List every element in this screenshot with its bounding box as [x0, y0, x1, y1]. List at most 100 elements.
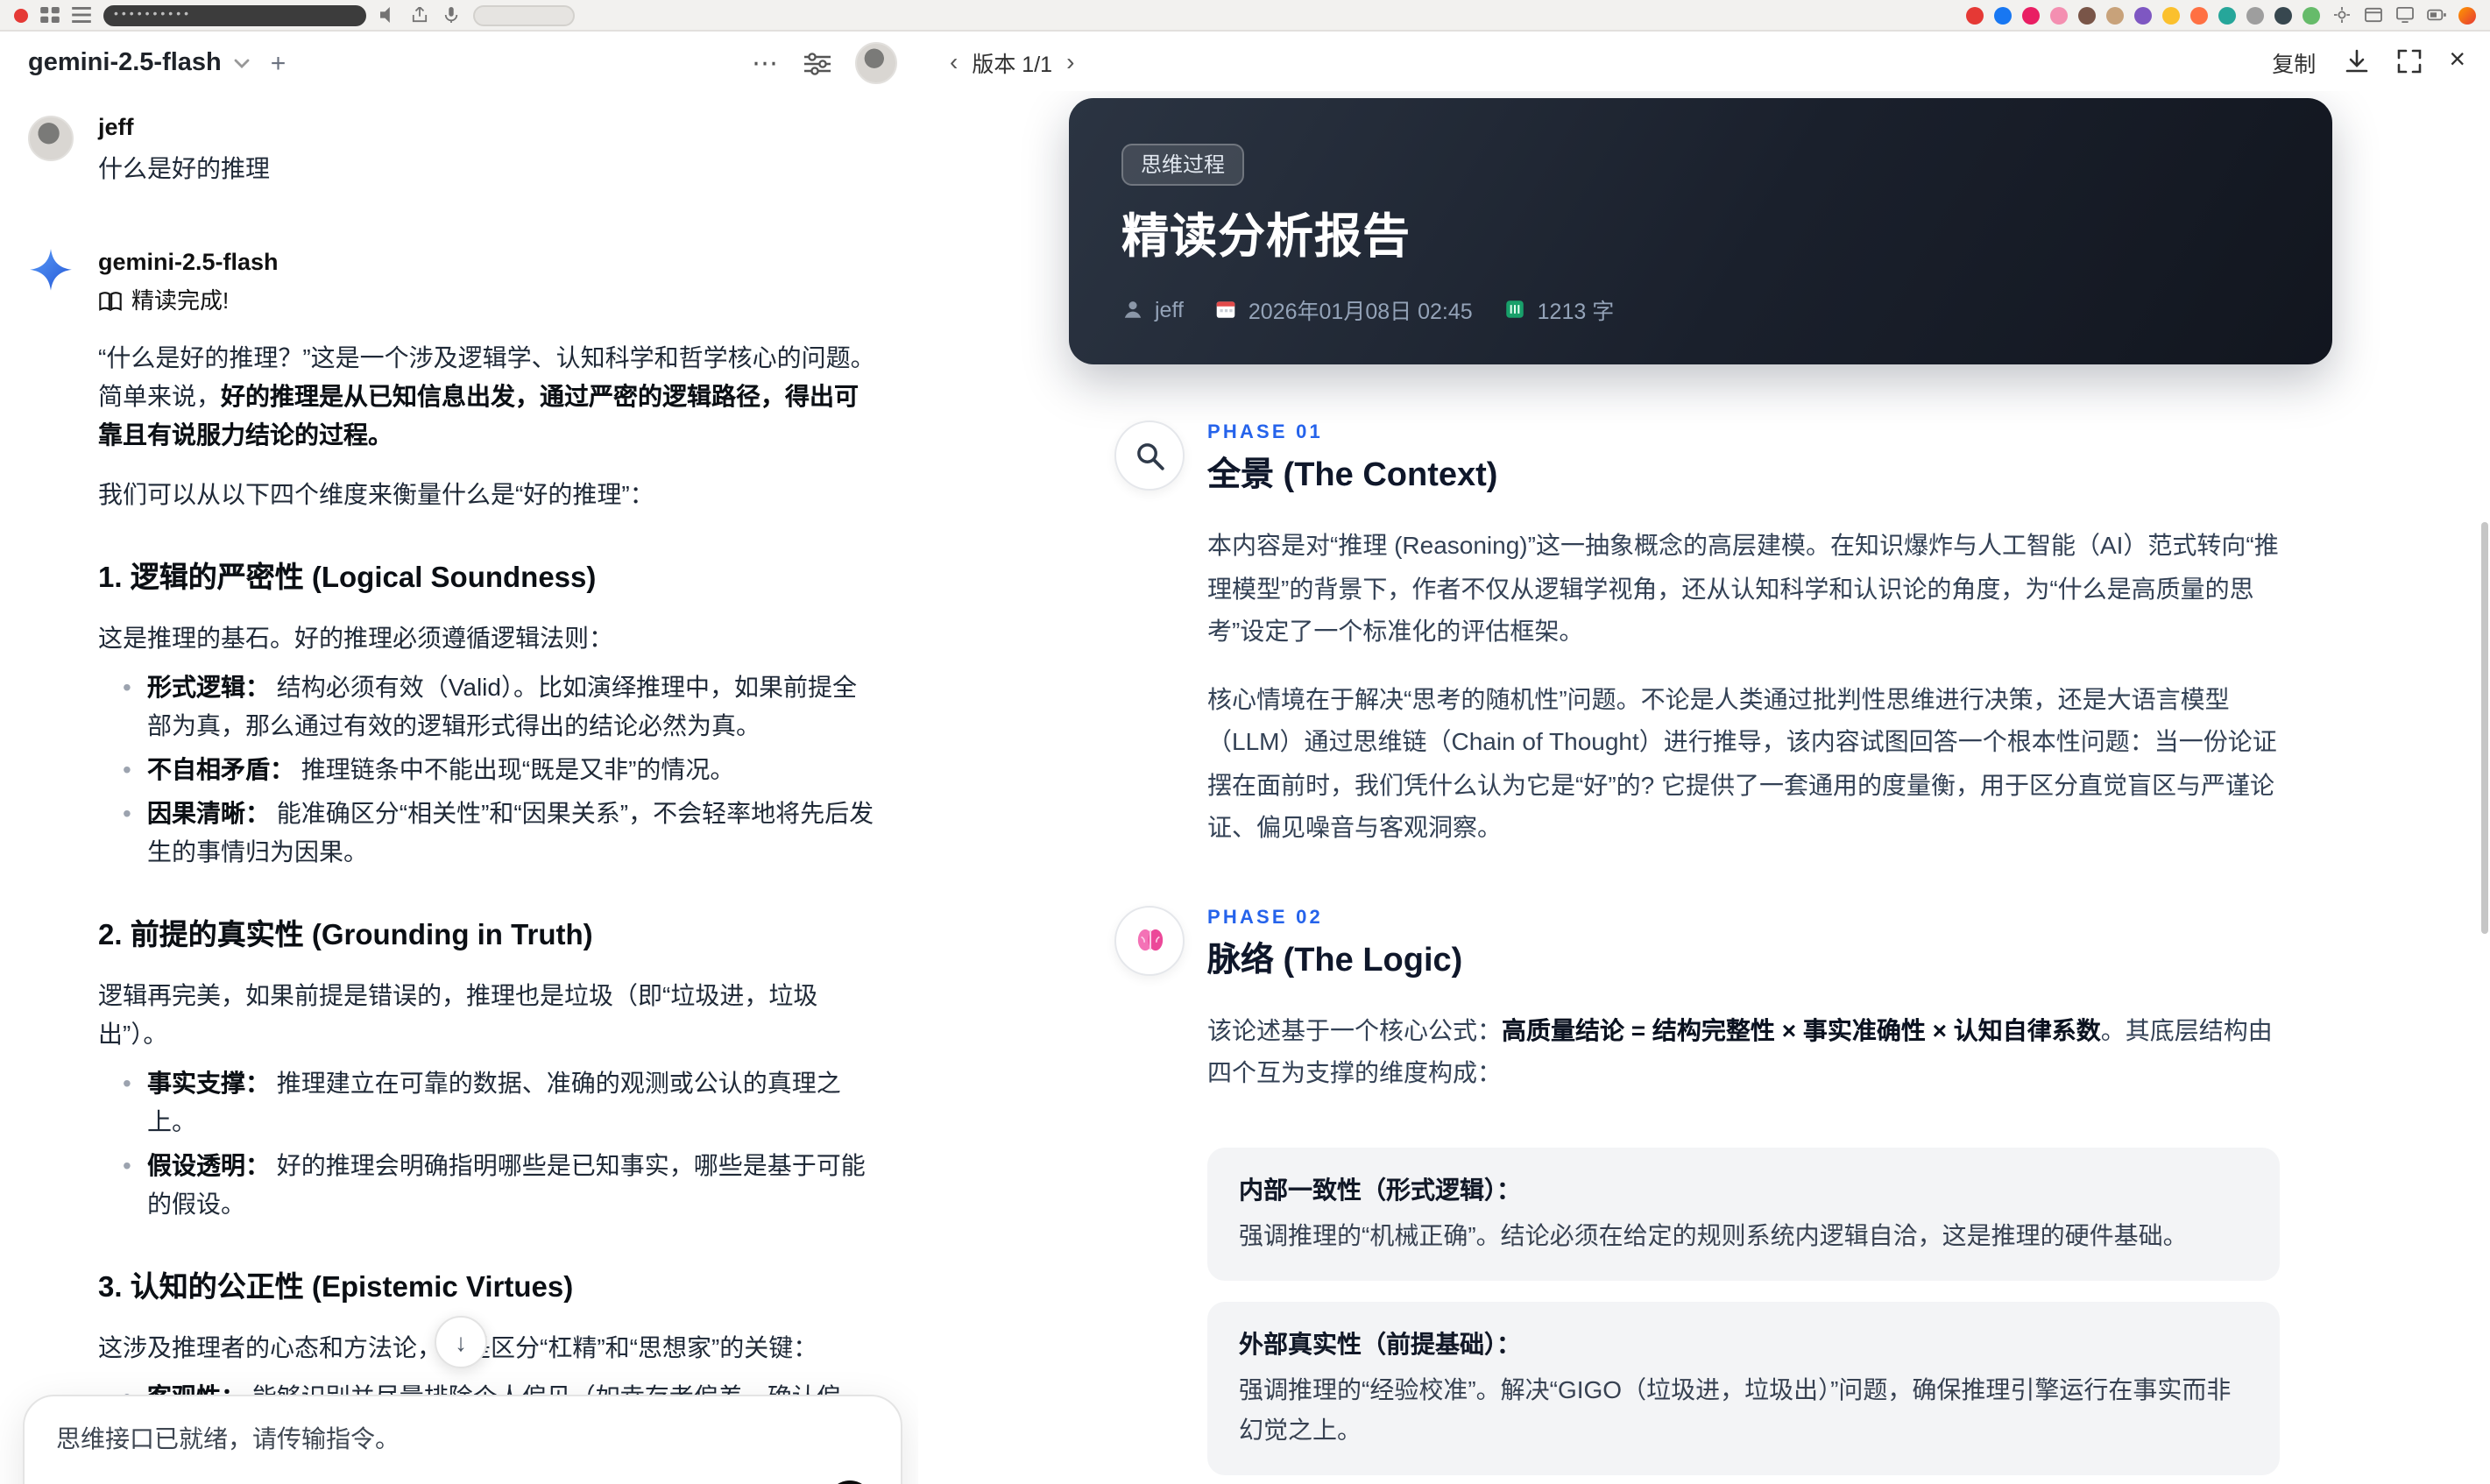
calendar-icon: [1217, 301, 1236, 318]
assistant-message: gemini-2.5-flash 精读完成! “什么是好的推理？”这是一个涉及逻…: [28, 247, 880, 1484]
phase-label: PHASE 01: [1207, 422, 1323, 443]
extension-favicon-icon[interactable]: [2274, 6, 2292, 24]
phase-paragraph: 本内容是对“推理 (Reasoning)”这一抽象概念的高层建模。在知识爆炸与人…: [1207, 531, 2279, 645]
extension-favicon-icon[interactable]: [2218, 6, 2236, 24]
window-icon[interactable]: [2364, 7, 2383, 23]
menu-icon[interactable]: [72, 7, 91, 23]
bullet-item: 事实支撑： 推理建立在可靠的数据、准确的观测或公认的真理之上。: [123, 1064, 880, 1141]
section-heading: 3. 认知的公正性 (Epistemic Virtues): [98, 1272, 574, 1304]
dimension-card: 内部一致性（形式逻辑）： 强调推理的“机械正确”。结论必须在给定的规则系统内逻辑…: [1207, 1147, 2280, 1280]
bullet-item: 形式逻辑： 结构必须有效（Valid）。比如演绎推理中，如果前提全部为真，那么通…: [123, 668, 880, 745]
user-message: jeff 什么是好的推理: [28, 112, 880, 187]
new-chat-button[interactable]: +: [271, 48, 286, 78]
speaker-icon[interactable]: [378, 7, 398, 23]
extension-favicon-icon[interactable]: [2246, 6, 2264, 24]
assistant-name: gemini-2.5-flash: [98, 249, 279, 275]
next-version-button[interactable]: ›: [1066, 49, 1074, 74]
more-options-button[interactable]: ⋯: [752, 47, 780, 79]
chat-message-list[interactable]: jeff 什么是好的推理 gemini-2.5-flash 精读完成! “什么是…: [0, 95, 918, 1484]
bullet-item: 不自相矛盾： 推理链条中不能出现“既是又非”的情况。: [123, 750, 880, 788]
extension-favicon-icon[interactable]: [2050, 6, 2068, 24]
report-author: jeff: [1121, 297, 1184, 322]
section-desc: 逻辑再完美，如果前提是错误的，推理也是垃圾（即“垃圾进，垃圾出”）。: [98, 981, 818, 1048]
bullet-list: 事实支撑： 推理建立在可靠的数据、准确的观测或公认的真理之上。 假设透明： 好的…: [98, 1064, 880, 1223]
extension-favicon-icon[interactable]: [2458, 6, 2476, 24]
tab-overview-icon[interactable]: [40, 7, 60, 23]
search-field[interactable]: [473, 4, 575, 25]
download-icon[interactable]: [2344, 49, 2368, 74]
composer-placeholder[interactable]: 思维接口已就绪，请传输指令。: [56, 1421, 873, 1456]
bullet-item: 假设透明： 好的推理会明确指明哪些是已知事实，哪些是基于可能的假设。: [123, 1146, 880, 1223]
extension-favicons: [1966, 6, 2320, 24]
section-desc: 这涉及推理者的心态和方法论，也是区分“杠精”和“思想家”的关键：: [98, 1328, 880, 1367]
formula-paragraph: 该论述基于一个核心公式：高质量结论 = 结构完整性 × 事实准确性 × 认知自律…: [1207, 1015, 2273, 1086]
user-message-text: 什么是好的推理: [98, 154, 270, 182]
share-icon[interactable]: [410, 7, 429, 23]
chevron-down-icon[interactable]: [232, 53, 253, 74]
report-document[interactable]: 思维过程 精读分析报告 jeff 2026年01月08日 02:45 1213 …: [918, 91, 2490, 1484]
settings-icon[interactable]: [2332, 7, 2352, 23]
extension-favicon-icon[interactable]: [2078, 6, 2096, 24]
extension-favicon-icon[interactable]: [2303, 6, 2320, 24]
section-heading: 1. 逻辑的严密性 (Logical Soundness): [98, 562, 597, 594]
phase-section-logic: PHASE 02 脉络 (The Logic) 该论述基于一个核心公式：高质量结…: [1114, 905, 2280, 1484]
phase-paragraph: 核心情境在于解决“思考的随机性”问题。不论是人类通过批判性思维进行决策，还是大语…: [1207, 684, 2277, 841]
extension-favicon-icon[interactable]: [2134, 6, 2152, 24]
assistant-status-text: 精读完成!: [131, 287, 230, 314]
screen: •••••••••• gemini-2.5-flash + ⋯ jeff 什么是…: [0, 0, 2490, 1484]
dimension-cards: 内部一致性（形式逻辑）： 强调推理的“机械正确”。结论必须在给定的规则系统内逻辑…: [1207, 1147, 2280, 1484]
phase-title: 全景 (The Context): [1207, 457, 1498, 494]
settings-sliders-icon[interactable]: [804, 52, 831, 74]
counter-icon: [1506, 300, 1524, 318]
magnifier-icon-badge: [1114, 420, 1185, 491]
lead-paragraph: 我们可以从以下四个维度来衡量什么是“好的推理”：: [98, 480, 654, 508]
close-icon[interactable]: ×: [2449, 46, 2465, 75]
scroll-to-bottom-button[interactable]: ↓: [435, 1316, 487, 1368]
report-badge: 思维过程: [1121, 144, 1245, 186]
report-meta: jeff 2026年01月08日 02:45 1213 字: [1121, 293, 2280, 326]
extension-favicon-icon[interactable]: [1966, 6, 1984, 24]
fullscreen-icon[interactable]: [2396, 49, 2421, 74]
phase-label: PHASE 02: [1207, 907, 1323, 928]
recording-indicator-icon: [14, 8, 28, 22]
intro-paragraph: “什么是好的推理？”这是一个涉及逻辑学、认知科学和哲学核心的问题。简单来说，好的…: [98, 343, 875, 449]
browser-toolbar: ••••••••••: [0, 0, 2490, 32]
prev-version-button[interactable]: ‹: [950, 49, 958, 74]
assistant-status: 精读完成!: [98, 286, 880, 317]
model-selector[interactable]: gemini-2.5-flash: [28, 49, 222, 77]
extension-favicon-icon[interactable]: [2162, 6, 2180, 24]
chat-header: gemini-2.5-flash + ⋯: [0, 32, 918, 95]
brain-icon: [1136, 929, 1163, 951]
magnifier-icon: [1136, 442, 1164, 470]
user-avatar[interactable]: [855, 42, 897, 84]
active-tab[interactable]: ••••••••••: [103, 4, 366, 25]
artifact-preview-panel: ‹ 版本 1/1 › 复制 × 思维过程 精读分析报告 jeff 2026年01…: [918, 32, 2490, 1484]
brain-icon-badge: [1114, 905, 1185, 975]
extension-favicon-icon[interactable]: [2106, 6, 2124, 24]
voice-input-button[interactable]: [827, 1480, 873, 1484]
user-name: jeff: [98, 114, 134, 140]
message-composer[interactable]: 思维接口已就绪，请传输指令。 +: [23, 1395, 902, 1484]
version-label: 版本 1/1: [972, 52, 1053, 76]
app-window: gemini-2.5-flash + ⋯ jeff 什么是好的推理 gemini…: [0, 32, 2490, 1484]
bullet-item: 因果清晰： 能准确区分“相关性”和“因果关系”，不会轻率地将先后发生的事情归为因…: [123, 794, 880, 871]
extension-favicon-icon[interactable]: [2190, 6, 2208, 24]
section-desc: 这是推理的基石。好的推理必须遵循逻辑法则：: [98, 624, 613, 652]
display-icon[interactable]: [2395, 7, 2415, 23]
phase-section-context: PHASE 01 全景 (The Context) 本内容是对“推理 (Reas…: [1114, 420, 2280, 849]
window-scrollbar[interactable]: [2481, 522, 2488, 934]
chat-panel: gemini-2.5-flash + ⋯ jeff 什么是好的推理 gemini…: [0, 32, 918, 1484]
person-icon: [1124, 301, 1142, 318]
bullet-list: 形式逻辑： 结构必须有效（Valid）。比如演绎推理中，如果前提全部为真，那么通…: [98, 668, 880, 871]
extension-favicon-icon[interactable]: [1994, 6, 2012, 24]
phase-title: 脉络 (The Logic): [1207, 942, 1463, 979]
report-hero-card: 思维过程 精读分析报告 jeff 2026年01月08日 02:45 1213 …: [1069, 98, 2332, 364]
report-date: 2026年01月08日 02:45: [1215, 293, 1473, 326]
battery-icon[interactable]: [2427, 7, 2446, 23]
composer-toolbar: +: [56, 1480, 873, 1484]
extension-favicon-icon[interactable]: [2022, 6, 2040, 24]
book-icon: [99, 291, 122, 311]
report-title: 精读分析报告: [1121, 210, 1411, 263]
copy-button[interactable]: 复制: [2272, 45, 2316, 78]
mic-icon[interactable]: [442, 7, 461, 23]
